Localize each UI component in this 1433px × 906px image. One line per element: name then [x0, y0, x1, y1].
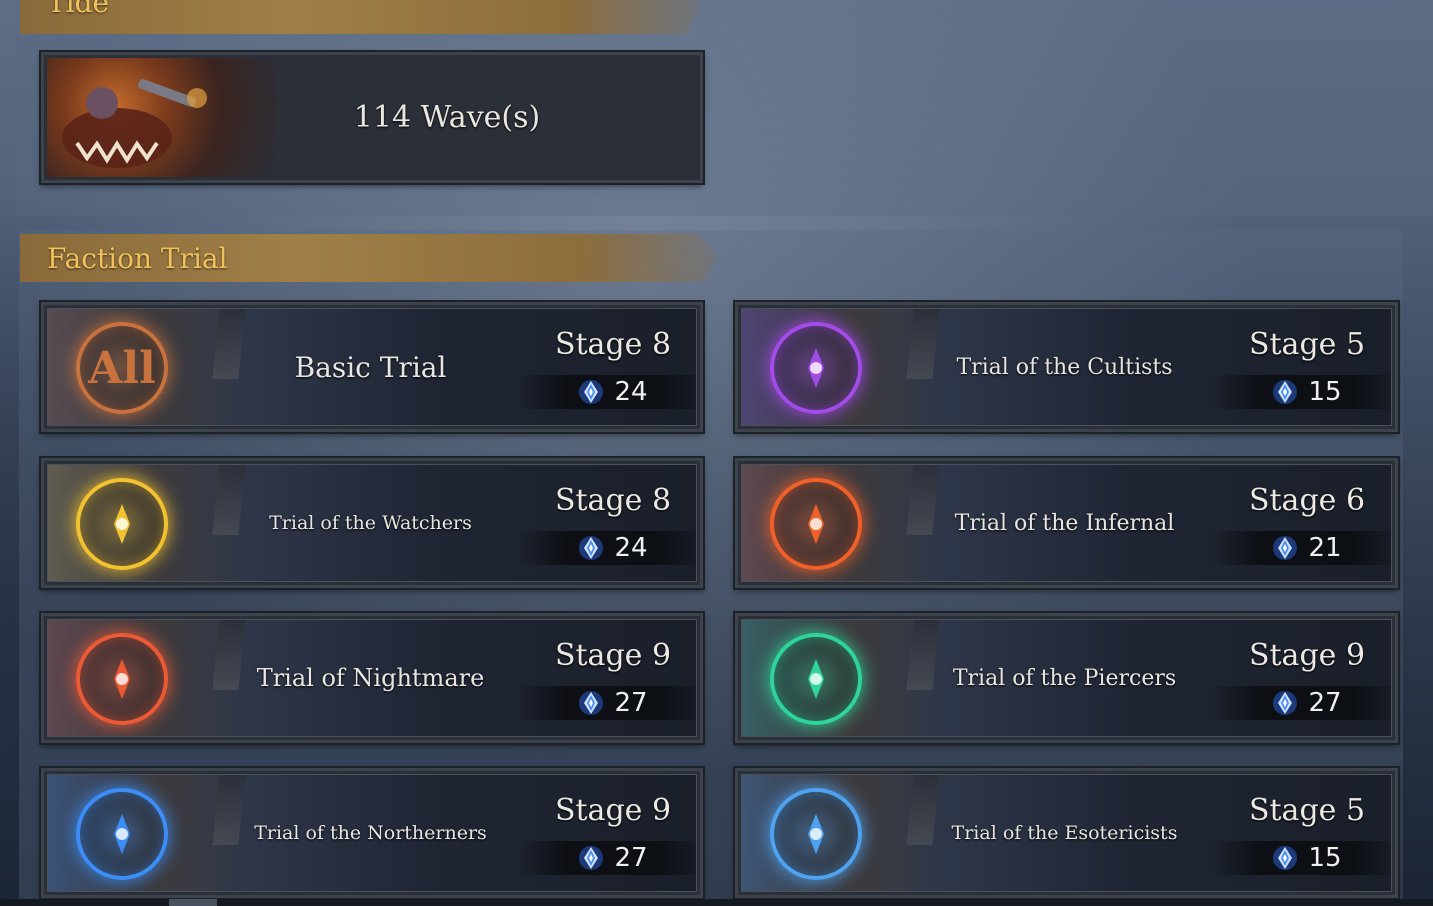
- emblem-glyph: [808, 659, 824, 699]
- trial-card[interactable]: Trial of the Cultists Stage 5 15: [735, 302, 1398, 432]
- trial-stage: Stage 6: [1248, 483, 1366, 518]
- trial-stage: Stage 8: [554, 483, 672, 518]
- reward-pill: 15: [1212, 375, 1391, 409]
- trial-name: Trial of the Northerners: [254, 822, 487, 844]
- trial-card[interactable]: Trial of the Infernal Stage 6 21: [735, 458, 1398, 588]
- trial-card[interactable]: Trial of Nightmare Stage 9 27: [41, 613, 703, 743]
- reward-value: 15: [1308, 843, 1342, 873]
- faction-trial-title: Faction Trial: [47, 242, 228, 275]
- trial-name: Trial of the Piercers: [952, 665, 1177, 691]
- reward-value: 21: [1308, 533, 1342, 563]
- wave-card[interactable]: 114 Wave(s): [41, 52, 703, 183]
- nightmare-emblem-icon: [76, 633, 168, 725]
- piercer-emblem-icon: [770, 633, 862, 725]
- crystal-icon: [578, 379, 604, 405]
- trial-card-inner: All Basic Trial Stage 8 24: [47, 308, 697, 426]
- trial-name: Basic Trial: [294, 350, 447, 384]
- crystal-icon: [578, 845, 604, 871]
- reward-pill: 21: [1212, 531, 1391, 565]
- emblem-glyph: [114, 504, 130, 544]
- trial-card[interactable]: Trial of the Watchers Stage 8 24: [41, 458, 703, 588]
- northerner-emblem-icon: [76, 788, 168, 880]
- crystal-icon: [578, 690, 604, 716]
- trial-card-inner: Trial of the Piercers Stage 9 27: [741, 619, 1392, 737]
- trial-name: Trial of the Infernal: [954, 510, 1175, 536]
- crystal-icon: [1272, 379, 1298, 405]
- trial-card[interactable]: Trial of the Esotericists Stage 5 15: [735, 768, 1398, 898]
- trial-stage: Stage 9: [554, 793, 672, 828]
- reward-pill: 24: [518, 375, 696, 409]
- reward-value: 24: [614, 533, 648, 563]
- crystal-icon: [578, 535, 604, 561]
- trial-name: Trial of Nightmare: [256, 664, 485, 692]
- tide-banner: Tide: [20, 0, 700, 34]
- reward-value: 27: [1308, 688, 1342, 718]
- emblem-glyph: [808, 348, 824, 388]
- crystal-icon: [1272, 535, 1298, 561]
- reward-pill: 27: [518, 686, 696, 720]
- reward-pill: 24: [518, 531, 696, 565]
- trial-stage: Stage 5: [1248, 327, 1366, 362]
- reward-value: 27: [614, 688, 648, 718]
- trial-card[interactable]: Trial of the Northerners Stage 9 27: [41, 768, 703, 898]
- trial-card-inner: Trial of the Watchers Stage 8 24: [47, 464, 697, 582]
- trial-card-inner: Trial of the Cultists Stage 5 15: [741, 308, 1392, 426]
- trial-card[interactable]: All Basic Trial Stage 8 24: [41, 302, 703, 432]
- scroll-thumb[interactable]: [169, 899, 217, 906]
- esotericist-emblem-icon: [770, 788, 862, 880]
- watcher-emblem-icon: [76, 478, 168, 570]
- emblem-glyph: [808, 814, 824, 854]
- reward-pill: 27: [518, 841, 696, 875]
- trial-stage: Stage 9: [554, 638, 672, 673]
- trial-name: Trial of the Esotericists: [951, 822, 1178, 844]
- cultist-emblem-icon: [770, 322, 862, 414]
- emblem-glyph: [114, 814, 130, 854]
- trial-card-inner: Trial of Nightmare Stage 9 27: [47, 619, 697, 737]
- trial-card-inner: Trial of the Northerners Stage 9 27: [47, 774, 697, 892]
- trial-stage: Stage 5: [1248, 793, 1366, 828]
- crystal-icon: [1272, 845, 1298, 871]
- emblem-label: All: [88, 342, 156, 394]
- crystal-icon: [1272, 690, 1298, 716]
- trial-card-inner: Trial of the Infernal Stage 6 21: [741, 464, 1392, 582]
- trial-stage: Stage 8: [554, 327, 672, 362]
- all-emblem-icon: All: [76, 322, 168, 414]
- reward-value: 15: [1308, 377, 1342, 407]
- emblem-glyph: [808, 504, 824, 544]
- trial-stage: Stage 9: [1248, 638, 1366, 673]
- reward-pill: 27: [1212, 686, 1391, 720]
- trial-card[interactable]: Trial of the Piercers Stage 9 27: [735, 613, 1398, 743]
- trial-name: Trial of the Cultists: [956, 354, 1173, 380]
- reward-value: 24: [614, 377, 648, 407]
- tide-banner-title: Tide: [47, 0, 110, 19]
- faction-trial-banner: Faction Trial: [20, 234, 718, 282]
- reward-value: 27: [614, 843, 648, 873]
- emblem-glyph: [114, 659, 130, 699]
- trial-card-inner: Trial of the Esotericists Stage 5 15: [741, 774, 1392, 892]
- infernal-emblem-icon: [770, 478, 862, 570]
- wave-count: 114 Wave(s): [353, 100, 541, 135]
- trial-name: Trial of the Watchers: [269, 512, 472, 534]
- reward-pill: 15: [1212, 841, 1391, 875]
